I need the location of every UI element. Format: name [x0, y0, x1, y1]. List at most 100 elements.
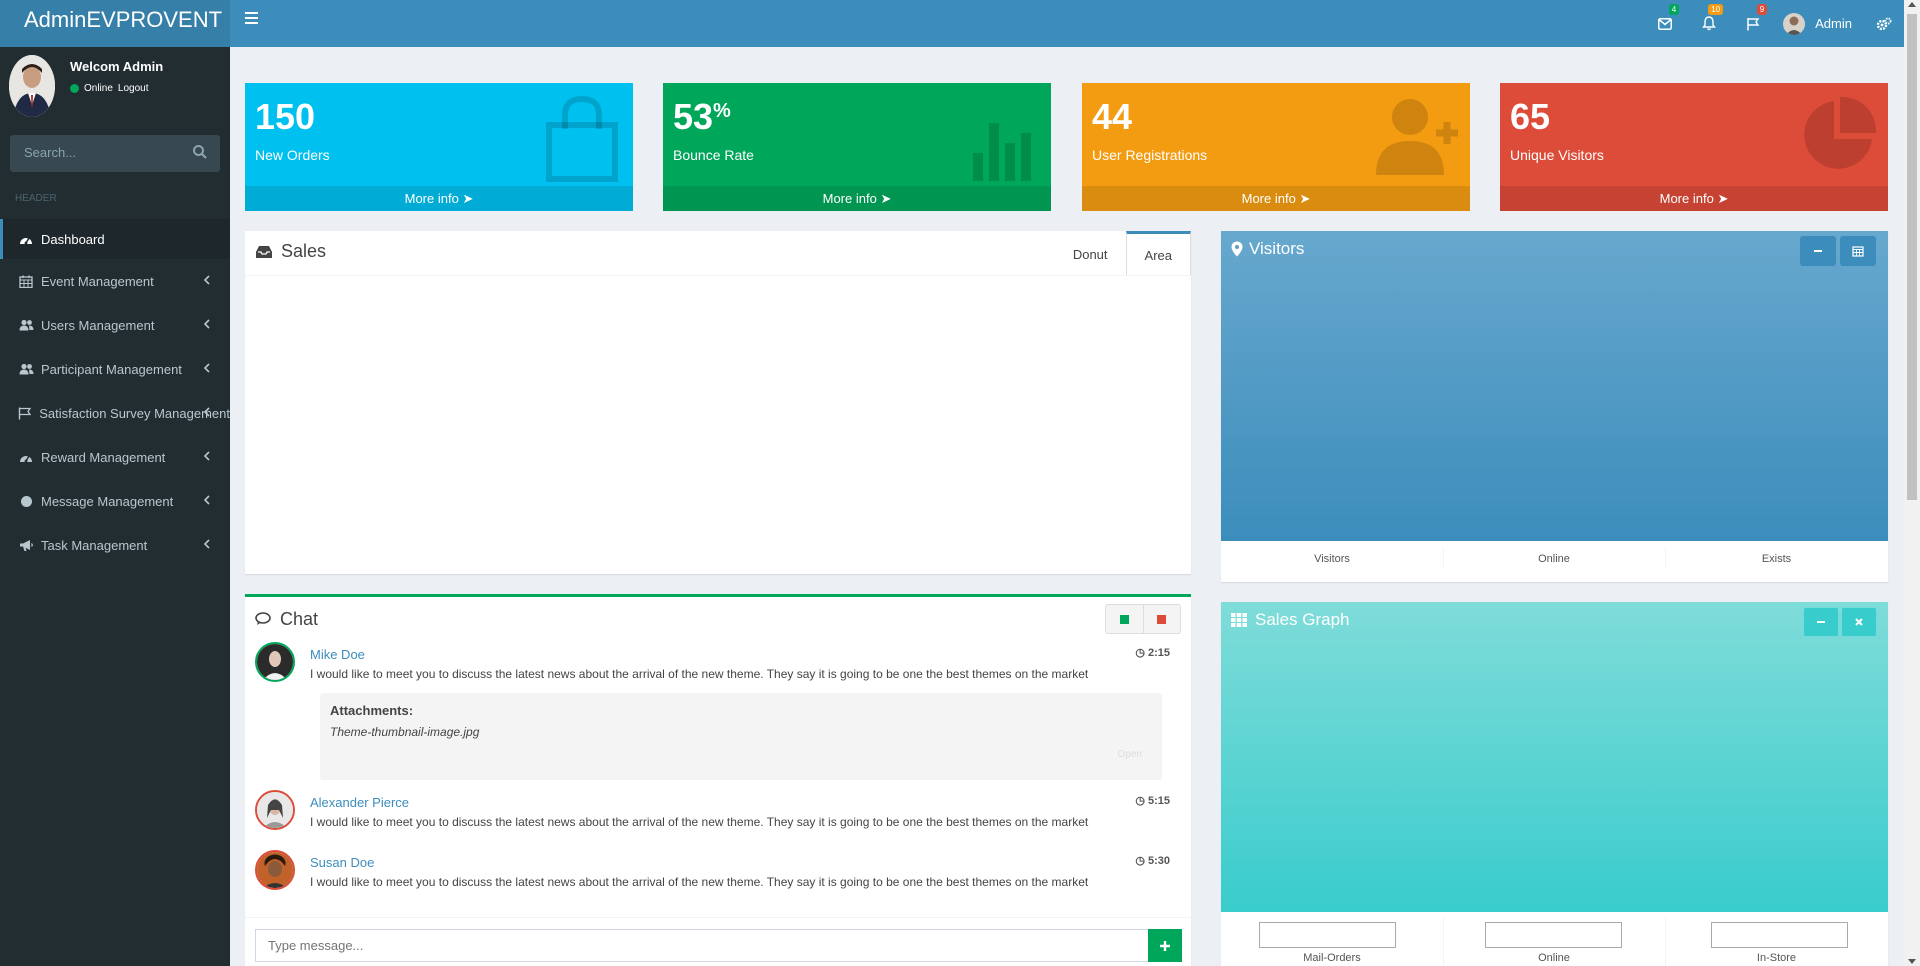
control-sidebar-toggle[interactable]: [1864, 0, 1904, 47]
avatar: [255, 850, 295, 890]
online-stat-label: Online: [1538, 553, 1570, 565]
sidebar-item-participant-management[interactable]: Participant Management: [0, 347, 230, 391]
scroll-up-icon[interactable]: [1908, 2, 1916, 7]
chevron-left-icon: [203, 539, 210, 549]
sidebar-item-reward-management[interactable]: Reward Management: [0, 435, 230, 479]
visitors-map-area: [1221, 231, 1888, 541]
date-range-button[interactable]: [1840, 236, 1876, 266]
open-attachment-button[interactable]: Open: [1118, 749, 1142, 760]
sidebar-user-name: Welcom Admin: [70, 59, 164, 74]
chat-message-input[interactable]: [255, 929, 1153, 962]
mail-orders-knob[interactable]: [1259, 922, 1396, 948]
sidebar-item-users-management[interactable]: Users Management: [0, 303, 230, 347]
stat-value: 53%: [673, 96, 731, 137]
sidebar-item-satisfaction-survey-management[interactable]: Satisfaction Survey Management: [0, 391, 230, 435]
sidebar-item-event-management[interactable]: Event Management: [0, 259, 230, 303]
chat-time: ◷ 2:15: [1135, 646, 1170, 660]
logout-link[interactable]: Logout: [118, 83, 149, 94]
chat-author[interactable]: Susan Doe: [310, 855, 374, 870]
user-panel: Welcom Admin Online Logout: [0, 47, 230, 127]
gears-icon: [1876, 17, 1892, 30]
plus-icon: [1160, 940, 1170, 951]
chevron-left-icon: [203, 495, 210, 505]
circle-icon: [20, 495, 32, 507]
messages-menu[interactable]: 4: [1643, 0, 1687, 47]
chat-time: ◷ 5:30: [1135, 854, 1170, 868]
more-info-link[interactable]: More info ➤: [245, 186, 633, 211]
map-marker-icon: [1231, 241, 1243, 257]
page-scrollbar[interactable]: [1904, 0, 1920, 966]
scrollbar-thumb[interactable]: [1907, 14, 1917, 500]
more-info-link[interactable]: More info ➤: [1082, 186, 1470, 211]
sidebar-menu: Dashboard Event Management Users Managem…: [0, 219, 230, 567]
sidebar-item-label: Message Management: [41, 493, 174, 509]
app-logo[interactable]: AdminEVPROVENT: [0, 0, 230, 47]
attachment-file[interactable]: Theme-thumbnail-image.jpg: [330, 725, 479, 739]
sales-chart-area: [245, 276, 1191, 566]
chat-text: I would like to meet you to discuss the …: [310, 875, 1089, 889]
online-knob[interactable]: [1485, 922, 1622, 948]
chevron-left-icon: [203, 363, 210, 373]
chat-text: I would like to meet you to discuss the …: [310, 815, 1089, 829]
search-button[interactable]: [192, 144, 212, 164]
tab-area[interactable]: Area: [1125, 231, 1191, 276]
divider: [245, 917, 1191, 918]
status-busy-button[interactable]: [1144, 605, 1181, 633]
sidebar-item-task-management[interactable]: Task Management: [0, 523, 230, 567]
stat-box-unique-visitors: 65 Unique Visitors More info ➤: [1500, 83, 1888, 211]
more-info-link[interactable]: More info ➤: [1500, 186, 1888, 211]
scroll-down-icon[interactable]: [1908, 959, 1916, 964]
chevron-left-icon: [203, 407, 210, 417]
collapse-button[interactable]: [1800, 236, 1836, 266]
sidebar-header-label: HEADER: [15, 193, 57, 204]
stat-label: Unique Visitors: [1510, 147, 1604, 163]
online-status-icon: [70, 84, 79, 93]
sales-graph-box: Sales Graph Mail-Orders Online In-Store: [1221, 602, 1888, 966]
user-account-menu[interactable]: Admin: [1775, 0, 1864, 47]
sidebar-toggle-button[interactable]: [238, 9, 264, 31]
square-icon: [1119, 614, 1129, 624]
chevron-left-icon: [203, 275, 210, 285]
stat-label: New Orders: [255, 147, 330, 163]
mail-orders-label: Mail-Orders: [1303, 952, 1361, 964]
sales-box: Sales Donut Area: [245, 231, 1191, 574]
pie-chart-icon: [1804, 96, 1877, 169]
visitors-box: Visitors Visitors Online Exists: [1221, 231, 1888, 582]
stat-value: 44: [1092, 96, 1133, 137]
more-info-link[interactable]: More info ➤: [663, 186, 1051, 211]
sidebar-search-input[interactable]: [10, 135, 180, 170]
chat-message: Mike Doe ◷ 2:15 I would like to meet you …: [245, 639, 1192, 784]
in-store-knob[interactable]: [1711, 922, 1848, 948]
remove-button[interactable]: [1841, 607, 1877, 637]
flag-icon: [18, 407, 32, 419]
notifications-menu[interactable]: 10: [1687, 0, 1731, 47]
avatar: [255, 642, 295, 682]
search-icon: [193, 145, 207, 159]
chevron-left-icon: [203, 319, 210, 329]
calendar-icon: [1852, 246, 1864, 257]
comments-icon: [255, 612, 271, 625]
collapse-button[interactable]: [1803, 607, 1839, 637]
sidebar-search-form: [10, 135, 220, 172]
chat-author[interactable]: Mike Doe: [310, 647, 365, 662]
chevron-left-icon: [203, 451, 210, 461]
visitors-stat-label: Visitors: [1314, 553, 1350, 565]
top-navbar: AdminEVPROVENT 4 10 9 Admin: [0, 0, 1904, 47]
bar-chart-icon: [973, 123, 1031, 181]
status-online-button[interactable]: [1106, 605, 1144, 633]
minus-icon: [1814, 250, 1822, 252]
tab-donut[interactable]: Donut: [1055, 231, 1126, 276]
stat-label: Bounce Rate: [673, 147, 754, 163]
chat-time: ◷ 5:15: [1135, 794, 1170, 808]
send-message-button[interactable]: [1148, 929, 1182, 962]
chat-message: Alexander Pierce ◷ 5:15 I would like to m…: [245, 787, 1192, 842]
dashboard-icon: [20, 455, 32, 463]
tasks-menu[interactable]: 9: [1731, 0, 1775, 47]
messages-badge: 4: [1668, 4, 1680, 15]
sidebar-item-dashboard[interactable]: Dashboard: [0, 219, 230, 259]
th-icon: [1231, 613, 1247, 627]
avatar: [1783, 12, 1806, 35]
chat-status-group: [1105, 604, 1181, 634]
chat-author[interactable]: Alexander Pierce: [310, 795, 409, 810]
sidebar-item-message-management[interactable]: Message Management: [0, 479, 230, 523]
